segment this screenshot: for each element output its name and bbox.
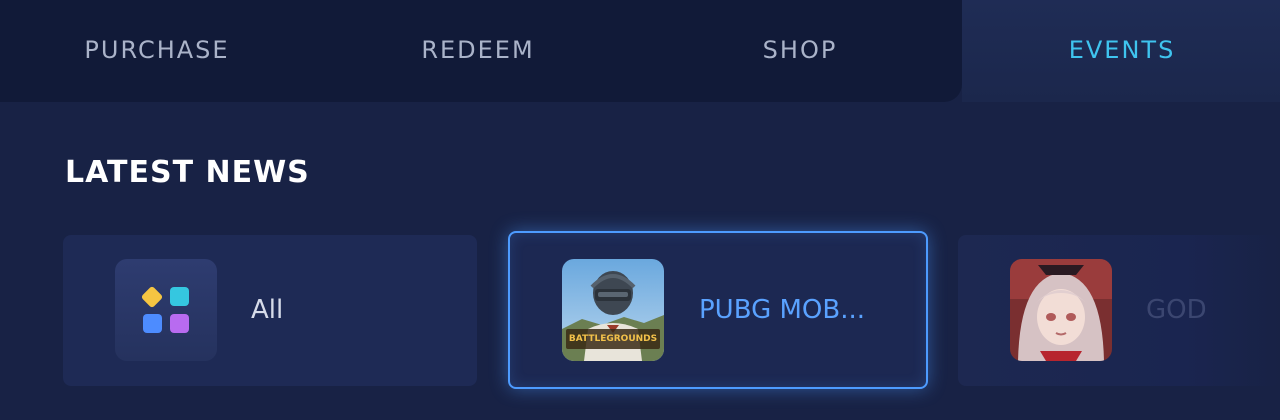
pubg-mobile-game-icon: BATTLEGROUNDS <box>562 259 664 361</box>
section-title: LATEST NEWS <box>65 155 310 190</box>
category-label-pubg: PUBG MOB... <box>699 295 866 325</box>
anime-game-icon <box>1010 259 1112 361</box>
category-card-god[interactable]: GOD <box>958 235 1280 386</box>
category-label-all: All <box>251 295 284 325</box>
category-card-pubg[interactable]: BATTLEGROUNDS PUBG MOB... <box>508 231 928 389</box>
pubg-logo-text: BATTLEGROUNDS <box>568 334 658 344</box>
category-card-all[interactable]: All <box>63 235 477 386</box>
tab-events[interactable]: EVENTS <box>1012 32 1232 68</box>
grid-apps-icon <box>115 259 217 361</box>
tab-redeem[interactable]: REDEEM <box>368 32 588 68</box>
tab-purchase[interactable]: PURCHASE <box>47 32 267 68</box>
tab-shop[interactable]: SHOP <box>690 32 910 68</box>
category-label-god: GOD <box>1146 295 1207 325</box>
